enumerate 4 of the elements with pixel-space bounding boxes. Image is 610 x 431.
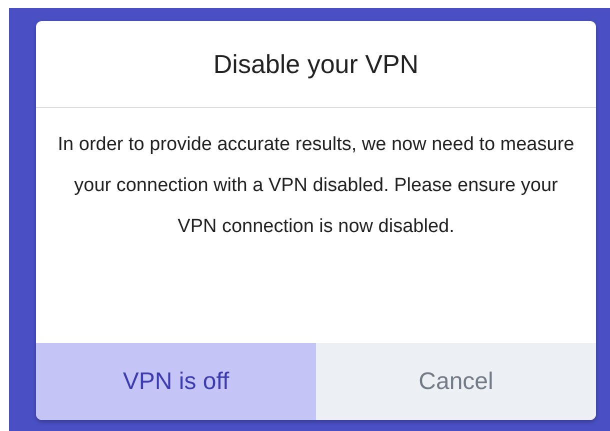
confirm-button[interactable]: VPN is off — [36, 343, 316, 420]
dialog-message: In order to provide accurate results, we now need to measure your connection with a VPN disabled. Please ensure your VPN connection is now disabled. — [56, 133, 576, 239]
cancel-button[interactable]: Cancel — [316, 343, 596, 420]
dialog-title: Disable your VPN — [213, 48, 419, 80]
